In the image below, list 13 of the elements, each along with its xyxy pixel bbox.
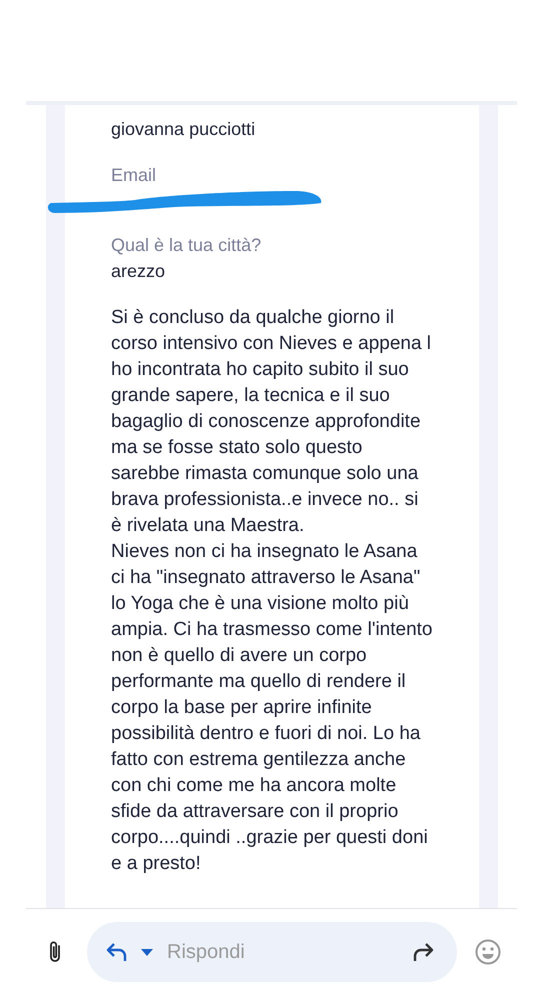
message-paragraph: Si è concluso da qualche giorno il corso intensivo con Nieves e appena l ho incontrata ho capito subito il suo grande sapere, la tecnica e il suo bagaglio di conoscenze approfondite ma se fosse stato solo questo sarebbe rimasta comunque solo una brava professionista..e invece no.. si è rivelata una Maestra. xyxy=(111,306,432,538)
paperclip-icon[interactable] xyxy=(48,940,62,964)
smiley-icon[interactable] xyxy=(475,939,501,965)
field-value: arezzo xyxy=(111,260,166,283)
reply-field[interactable]: Rispondi xyxy=(165,940,399,964)
field-value: giovanna pucciotti xyxy=(111,118,256,141)
field-label: Qual è la tua città? xyxy=(111,234,262,257)
reply-bar[interactable]: Rispondi xyxy=(87,922,457,982)
forward-icon[interactable] xyxy=(411,942,435,962)
message-paragraph: Nieves non ci ha insegnato le Asana ci ha "insegnato attraverso le Asana" lo Yoga che è una visione molto più ampia. Ci ha trasmesso come l'intento non è quello di avere un corpo performante ma quello di rendere il corpo la base per aprire infinite possibilità dentro e fuori di noi. Lo ha fatto con estrema gentilezza anche con chi come me ha ancora molte sfide da attraversare con il proprio corpo....quindi ..grazie per questi doni e a presto! xyxy=(111,540,433,876)
reply-icon[interactable] xyxy=(105,941,129,963)
caret-icon[interactable] xyxy=(141,948,153,956)
field-label: Email xyxy=(111,164,158,187)
